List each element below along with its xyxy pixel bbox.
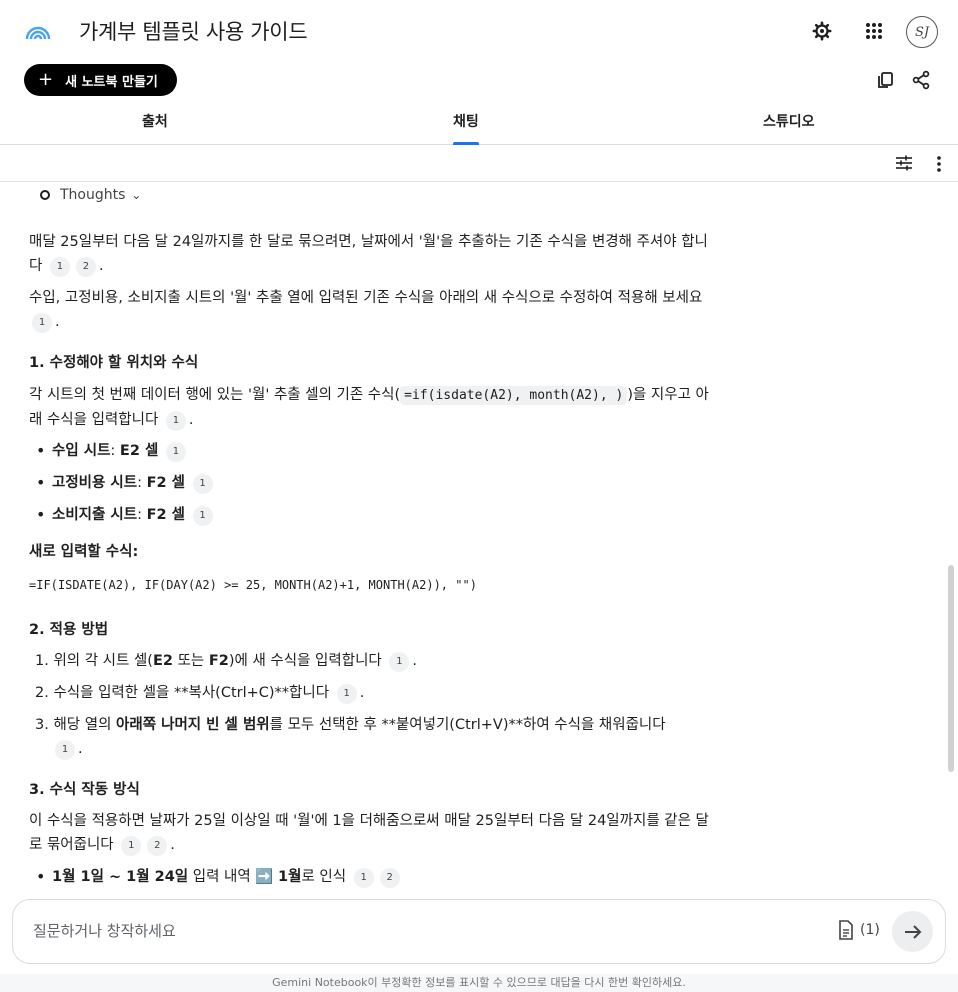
notebook-title[interactable]: 가계부 템플릿 사용 가이드 xyxy=(79,16,308,46)
citation-chip[interactable]: 2 xyxy=(379,868,400,888)
citation-chip[interactable]: 1 xyxy=(165,411,186,431)
tab-studio[interactable]: 스튜디오 xyxy=(763,111,815,131)
list-item: 2. 수식을 입력한 셀을 **복사(Ctrl+C)**합니다 1. xyxy=(35,681,715,705)
top-bar: 가계부 템플릿 사용 가이드 SJ xyxy=(0,0,958,62)
settings-gear-icon[interactable] xyxy=(809,18,835,44)
source-count[interactable]: (1) xyxy=(838,920,880,940)
copy-icon[interactable] xyxy=(876,70,896,90)
apps-grid-icon[interactable] xyxy=(861,18,887,44)
plus-icon: + xyxy=(38,69,54,90)
send-button[interactable] xyxy=(892,911,933,952)
citation-chip[interactable]: 1 xyxy=(32,313,52,333)
citation-chip[interactable]: 1 xyxy=(336,684,357,704)
citation-chip[interactable]: 1 xyxy=(165,442,186,462)
thoughts-toggle[interactable]: Thoughts ⌄ xyxy=(40,187,141,203)
list-item: 수입 시트: E2 셀 1 xyxy=(36,439,718,463)
chevron-down-icon: ⌄ xyxy=(131,188,142,202)
user-avatar[interactable]: SJ xyxy=(906,16,938,48)
formula-code-block: =IF(ISDATE(A2), IF(DAY(A2) >= 25, MONTH(… xyxy=(29,578,477,592)
paragraph-text: 각 시트의 첫 번째 데이터 행에 있는 '월' 추출 셀의 기존 수식( xyxy=(29,387,401,403)
thoughts-label: Thoughts xyxy=(60,187,126,203)
app-logo-icon[interactable] xyxy=(25,20,51,40)
citation-chip[interactable]: 1 xyxy=(389,652,410,672)
citation-chip[interactable]: 2 xyxy=(147,836,168,856)
document-icon xyxy=(839,920,853,940)
citation-chip[interactable]: 1 xyxy=(55,740,75,760)
chat-input-placeholder[interactable]: 질문하거나 창작하세요 xyxy=(33,920,176,941)
citation-chip[interactable]: 1 xyxy=(353,868,374,888)
section-heading: 3. 수식 작동 방식 xyxy=(29,782,140,798)
inline-code: =if(isdate(A2), month(A2), ) xyxy=(400,386,628,405)
answer-paragraph: 매달 25일부터 다음 달 24일까지를 한 달로 묶으려면, 날짜에서 '월'… xyxy=(29,230,719,278)
arrow-right-icon xyxy=(904,924,921,939)
answer-paragraph: 각 시트의 첫 번째 데이터 행에 있는 '월' 추출 셀의 기존 수식(=if… xyxy=(29,383,719,432)
chat-toolbar xyxy=(0,145,958,182)
thoughts-dot-icon xyxy=(40,190,50,200)
list-item: 소비지출 시트: F2 셀 1 xyxy=(36,503,718,527)
citation-chip[interactable]: 2 xyxy=(75,257,96,277)
citation-chip[interactable]: 1 xyxy=(192,474,213,494)
new-notebook-label: 새 노트북 만들기 xyxy=(65,74,158,90)
list-item: 1월 1일 ~ 1월 24일 입력 내역 ➡️ 1월로 인식 12 xyxy=(36,865,718,889)
scrollbar-thumb[interactable] xyxy=(948,565,954,772)
disclaimer-footer: Gemini Notebook이 부정확한 정보를 표시할 수 있으므로 대답을… xyxy=(0,974,958,992)
list-item: 1. 위의 각 시트 셀(E2 또는 F2)에 새 수식을 입력합니다 1. xyxy=(35,649,715,673)
tab-bar: 출처 채팅 스튜디오 xyxy=(0,98,958,145)
section-heading: 1. 수정해야 할 위치와 수식 xyxy=(29,355,199,371)
share-icon[interactable] xyxy=(911,70,931,90)
arrow-right-icon: ➡️ xyxy=(255,869,274,885)
list-item: 3. 해당 열의 아래쪽 나머지 빈 셀 범위를 모두 선택한 후 **붙여넣기… xyxy=(35,713,715,761)
source-count-label: (1) xyxy=(860,922,880,938)
paragraph-text: 수입, 고정비용, 소비지출 시트의 '월' 추출 열에 입력된 기존 수식을 … xyxy=(29,290,703,306)
citation-chip[interactable]: 1 xyxy=(49,257,70,277)
answer-paragraph: 수입, 고정비용, 소비지출 시트의 '월' 추출 열에 입력된 기존 수식을 … xyxy=(29,286,719,334)
citation-chip[interactable]: 1 xyxy=(192,506,213,526)
tune-icon[interactable] xyxy=(895,155,913,171)
citation-chip[interactable]: 1 xyxy=(121,836,142,856)
new-notebook-button[interactable]: + 새 노트북 만들기 xyxy=(24,64,177,96)
paragraph-text: 매달 25일부터 다음 달 24일까지를 한 달로 묶으려면, 날짜에서 '월'… xyxy=(29,234,708,274)
tab-chat[interactable]: 채팅 xyxy=(453,111,479,131)
formula-heading: 새로 입력할 수식: xyxy=(29,544,139,560)
section-heading: 2. 적용 방법 xyxy=(29,622,109,638)
list-item: 고정비용 시트: F2 셀 1 xyxy=(36,471,718,495)
answer-paragraph: 이 수식을 적용하면 날짜가 25일 이상일 때 '월'에 1을 더해줌으로써 … xyxy=(29,809,719,857)
more-vert-icon[interactable] xyxy=(936,156,942,172)
tab-sources[interactable]: 출처 xyxy=(142,111,168,131)
